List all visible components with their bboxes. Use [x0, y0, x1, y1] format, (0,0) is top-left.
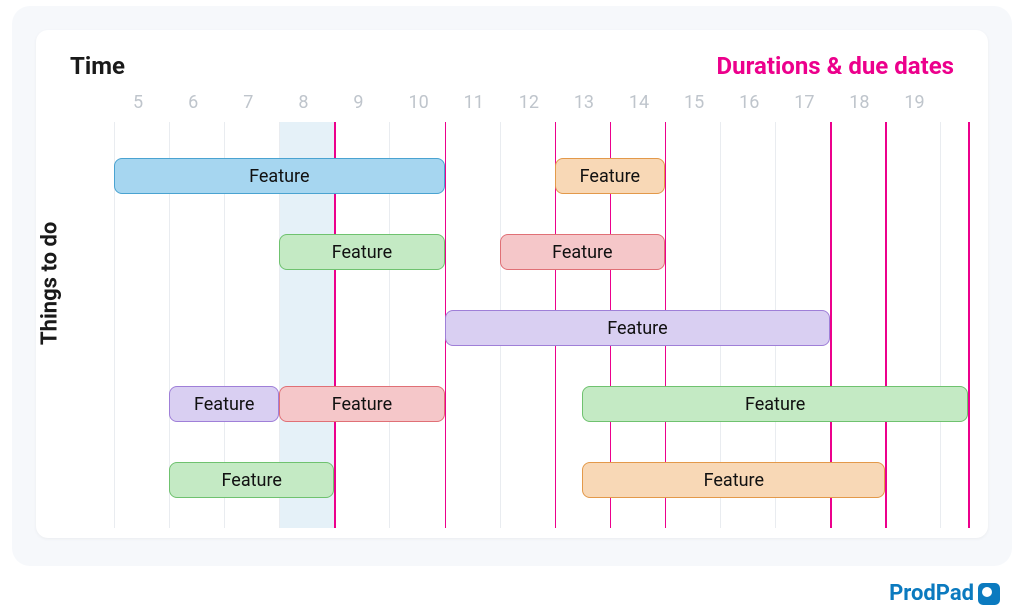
chart-panel: Time Durations & due dates Things to do …	[36, 30, 988, 538]
gantt-chart: 5678910111213141516171819FeatureFeatureF…	[114, 92, 968, 528]
card-outer: Time Durations & due dates Things to do …	[12, 6, 1012, 566]
brand-text: ProdPad	[889, 581, 974, 606]
feature-bar[interactable]: Feature	[555, 158, 665, 194]
tick-label: 13	[582, 92, 583, 113]
tick-label: 14	[637, 92, 638, 113]
tick-label: 12	[527, 92, 528, 113]
tick-label: 6	[196, 92, 197, 113]
deadline-marker	[885, 122, 887, 528]
feature-bar[interactable]: Feature	[114, 158, 445, 194]
feature-bar[interactable]: Feature	[500, 234, 665, 270]
tick-label: 19	[912, 92, 913, 113]
chart-title: Durations & due dates	[717, 52, 954, 80]
gridline	[940, 122, 941, 528]
feature-bar[interactable]: Feature	[169, 386, 279, 422]
tick-label: 10	[417, 92, 418, 113]
feature-bar[interactable]: Feature	[279, 386, 444, 422]
tick-label: 18	[857, 92, 858, 113]
feature-bar[interactable]: Feature	[582, 462, 885, 498]
axis-time-label: Time	[70, 52, 125, 80]
axis-things-label: Things to do	[38, 321, 63, 345]
tick-label: 15	[692, 92, 693, 113]
tick-label: 7	[251, 92, 252, 113]
tick-label: 5	[141, 92, 142, 113]
tick-label: 16	[747, 92, 748, 113]
brand-logo: ProdPad	[889, 581, 1000, 606]
tick-label: 8	[306, 92, 307, 113]
tick-label: 17	[802, 92, 803, 113]
feature-bar[interactable]: Feature	[169, 462, 334, 498]
brand-mark-icon	[978, 583, 1000, 605]
feature-bar[interactable]: Feature	[582, 386, 968, 422]
tick-label: 11	[472, 92, 473, 113]
deadline-marker	[968, 122, 970, 528]
feature-bar[interactable]: Feature	[445, 310, 831, 346]
feature-bar[interactable]: Feature	[279, 234, 444, 270]
tick-label: 9	[361, 92, 362, 113]
